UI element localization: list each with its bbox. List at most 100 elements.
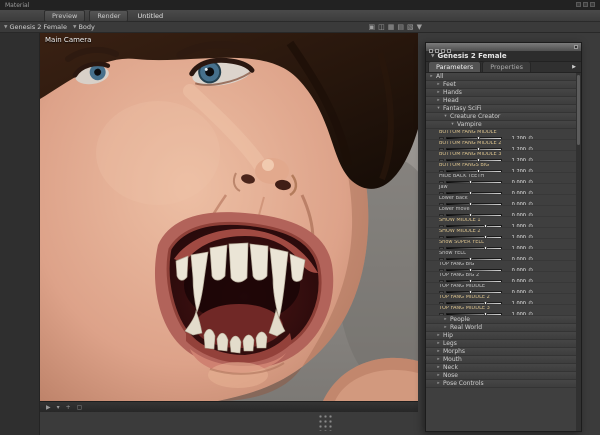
morph-label: Lower Back — [439, 196, 468, 201]
morph-label: Jaw — [439, 185, 448, 190]
expander-icon[interactable]: ▸ — [436, 90, 441, 95]
aim-tool-icon[interactable]: + — [66, 404, 71, 411]
expander-icon[interactable]: ▾ — [450, 122, 455, 127]
expander-icon[interactable]: ▸ — [436, 349, 441, 354]
window-top-strip: Material — [0, 0, 600, 10]
tab-parameters[interactable]: Parameters — [428, 61, 482, 72]
expander-icon[interactable]: ▸ — [436, 365, 441, 370]
tree-group-real-world[interactable]: ▸ Real World — [426, 324, 576, 332]
morph-label: TOP FANG MIDDLE 3 — [439, 306, 490, 311]
morph-label: SHOW MIDDLE 1 — [439, 218, 481, 223]
scrollbar-thumb[interactable] — [577, 75, 580, 145]
expander-icon[interactable]: ▸ — [429, 74, 434, 79]
panel-scrollbar[interactable] — [576, 73, 581, 431]
tree-group-nose[interactable]: ▸ Nose — [426, 372, 576, 380]
frame-tool-icon[interactable]: ▢ — [77, 404, 83, 411]
tree-group-label: All — [436, 73, 444, 80]
morph-slider-show-super-yell: Show SUPER YELL 1.000 ⚙ ▸ — [426, 239, 576, 250]
panel-collapse-arrow-icon[interactable]: ▼ — [431, 54, 434, 59]
tree-group-people[interactable]: ▸ People — [426, 316, 576, 324]
tree-group-fantasy-scifi[interactable]: ▾ Fantasy SciFi — [426, 105, 576, 113]
tree-group-label: Pose Controls — [443, 380, 484, 387]
node-selection-bar: ▼ Genesis 2 Female ▼ Body ▣ ◫ ▦ ▤ ▧ ▼ — [0, 22, 600, 33]
tree-group-feet[interactable]: ▸ Feet — [426, 81, 576, 89]
expander-icon[interactable]: ▸ — [436, 381, 441, 386]
morph-slider-bottom-fang-middle-3: BOTTOM FANG MIDDLE 3 1.200 ⚙ ▸ — [426, 151, 576, 162]
tree-group-pose-controls[interactable]: ▸ Pose Controls — [426, 380, 576, 388]
tree-group-label: Creature Creator — [450, 113, 501, 120]
morph-label: TOP FANG MIDDLE — [439, 284, 486, 289]
tree-group-creature-creator[interactable]: ▾ Creature Creator — [426, 113, 576, 121]
expander-icon[interactable]: ▸ — [443, 325, 448, 330]
window-controls — [574, 1, 595, 9]
tree-group-label: Fantasy SciFi — [443, 105, 482, 112]
aspect-frame-icon[interactable]: ▧ — [407, 23, 414, 31]
panel-titlebar[interactable] — [426, 43, 581, 53]
preview-tab[interactable]: Preview — [44, 9, 86, 22]
expander-icon[interactable]: ▸ — [436, 333, 441, 338]
tree-group-morphs[interactable]: ▸ Morphs — [426, 348, 576, 356]
tree-group-legs[interactable]: ▸ Legs — [426, 340, 576, 348]
tree-group-hands[interactable]: ▸ Hands — [426, 89, 576, 97]
layout-rows-icon[interactable]: ▤ — [397, 23, 404, 31]
morph-label: SHOW MIDDLE 2 — [439, 229, 481, 234]
parameters-panel: ▼ Genesis 2 Female Parameters Properties… — [425, 42, 582, 432]
morph-slider-jaw: Jaw 0.000 ⚙ ▸ — [426, 184, 576, 195]
morph-slider-top-fang-middle-2: TOP FANG MIDDLE 2 1.000 ⚙ ▸ — [426, 294, 576, 305]
expander-icon[interactable]: ▸ — [436, 373, 441, 378]
morph-slider-show-middle-1: SHOW MIDDLE 1 1.000 ⚙ ▸ — [426, 217, 576, 228]
morph-label: BOTTOM FANGS BIG — [439, 163, 490, 168]
morph-label: Show YELL — [439, 251, 466, 256]
tab-scroll-right-icon[interactable]: ▶ — [572, 64, 579, 72]
dock-grip-icon[interactable] — [429, 48, 433, 53]
cursor-tool-icon[interactable]: ▶ — [46, 404, 51, 411]
viewport-toolbar: ▶ ▾ + ▢ — [40, 401, 418, 412]
render-3d-face — [40, 33, 418, 401]
tree-group-label: Morphs — [443, 348, 466, 355]
layout-single-icon[interactable]: ▣ — [368, 23, 375, 31]
expander-icon[interactable]: ▸ — [436, 98, 441, 103]
figure-selector-label: Genesis 2 Female — [9, 23, 67, 31]
close-icon[interactable] — [590, 1, 595, 7]
viewport[interactable]: Main Camera — [40, 33, 418, 401]
tree-group-label: Hands — [443, 89, 462, 96]
tree-group-neck[interactable]: ▸ Neck — [426, 364, 576, 372]
tree-group-label: Feet — [443, 81, 456, 88]
morph-slider-top-fang-middle-3: TOP FANG MIDDLE 3 1.000 ⚙ ▸ — [426, 305, 576, 316]
layout-split-icon[interactable]: ◫ — [378, 23, 385, 31]
dock-drag-handle[interactable] — [317, 413, 333, 431]
figure-selector[interactable]: ▼ Genesis 2 Female — [4, 23, 67, 31]
expander-icon[interactable]: ▸ — [436, 341, 441, 346]
expander-icon[interactable]: ▾ — [436, 106, 441, 111]
minimize-icon[interactable] — [576, 1, 581, 7]
render-tab[interactable]: Render — [89, 9, 129, 22]
left-dock-strip — [0, 33, 40, 435]
tree-group-mouth[interactable]: ▸ Mouth — [426, 356, 576, 364]
expander-icon[interactable]: ▾ — [443, 114, 448, 119]
tree-group-head[interactable]: ▸ Head — [426, 97, 576, 105]
morph-slider-top-fang-big: TOP FANG BIG 0.000 ⚙ ▸ — [426, 261, 576, 272]
close-icon[interactable] — [574, 45, 578, 49]
dropdown-arrow-icon: ▼ — [4, 24, 8, 30]
expander-icon[interactable]: ▸ — [436, 82, 441, 87]
layout-grid-icon[interactable]: ▦ — [388, 23, 395, 31]
tree-group-vampire[interactable]: ▾ Vampire — [426, 121, 576, 129]
tree-group-hip[interactable]: ▸ Hip — [426, 332, 576, 340]
morph-slider-lower-move: Lower move 0.000 ⚙ ▸ — [426, 206, 576, 217]
tree-group-all[interactable]: ▸ All — [426, 73, 576, 81]
material-pane-tab[interactable]: Material — [5, 2, 29, 9]
bodypart-selector[interactable]: ▼ Body — [73, 23, 95, 31]
camera-dropdown-icon[interactable]: ▾ — [57, 404, 60, 411]
morph-label: TOP FANG BIG 2 — [439, 273, 480, 278]
morph-label: BOTTOM FANG MIDDLE 2 — [439, 141, 502, 146]
maximize-icon[interactable] — [583, 1, 588, 7]
tab-properties[interactable]: Properties — [482, 61, 532, 72]
tree-group-label: Nose — [443, 372, 458, 379]
expander-icon[interactable]: ▸ — [443, 317, 448, 322]
camera-menu-icon[interactable]: ▼ — [417, 23, 422, 31]
expander-icon[interactable]: ▸ — [436, 357, 441, 362]
dropdown-arrow-icon: ▼ — [72, 24, 77, 30]
morph-slider-bottom-fang-middle: BOTTOM FANG MIDDLE 1.200 ⚙ ▸ — [426, 129, 576, 140]
morph-slider-bottom-fangs-big: BOTTOM FANGS BIG 1.200 ⚙ ▸ — [426, 162, 576, 173]
morph-slider-top-fang-middle: TOP FANG MIDDLE 0.000 ⚙ ▸ — [426, 283, 576, 294]
